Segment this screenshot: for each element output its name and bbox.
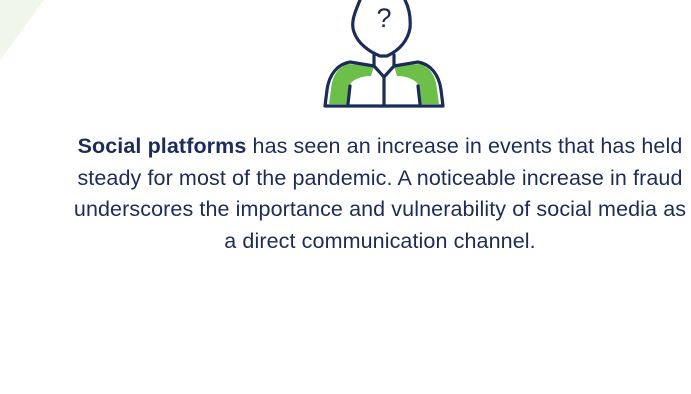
decorative-corner-shape <box>0 0 44 60</box>
collar-outline <box>372 64 396 79</box>
caption-highlight: Social platforms <box>77 134 247 158</box>
confused-person-icon: ? <box>323 0 445 108</box>
question-mark-glyph: ? <box>376 3 391 33</box>
caption-text: Social platforms has seen an increase in… <box>70 131 690 257</box>
